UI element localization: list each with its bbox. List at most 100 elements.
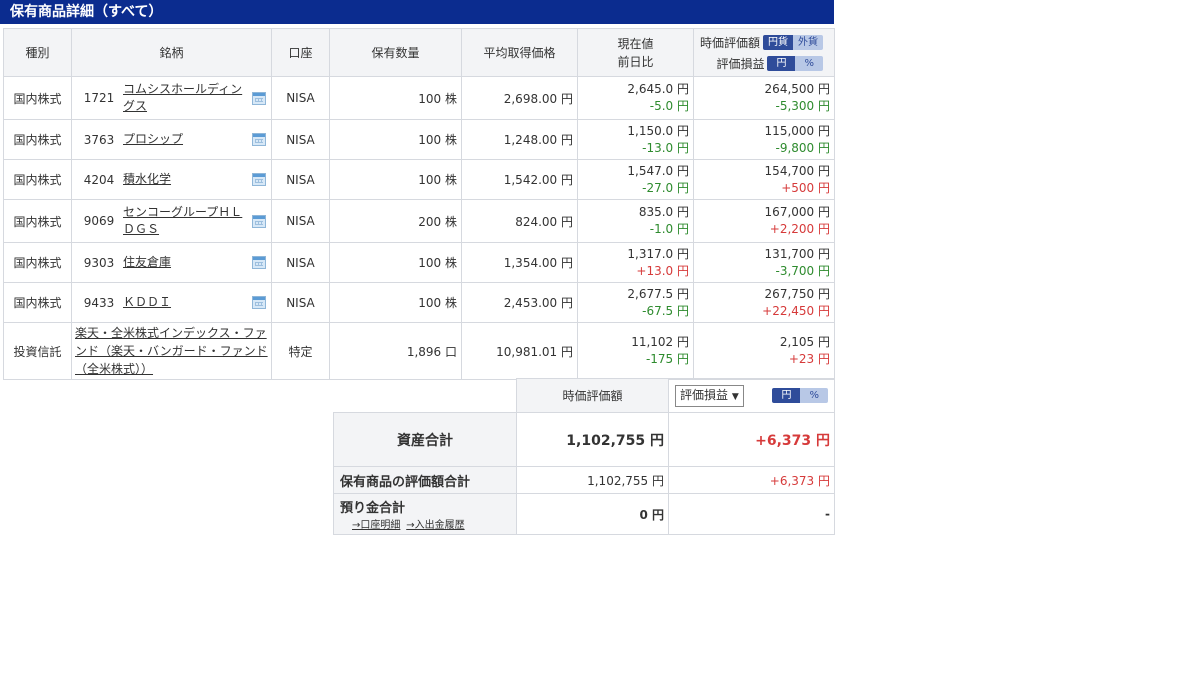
row-value-cell: 115,000 円 -9,800 円 [693,119,835,160]
toggle-jpy-currency[interactable]: 円貨 [763,34,793,50]
row-avg-price: 10,981.01 円 [461,322,578,380]
header-valuation: 時価評価額 円貨 外貨 評価損益 円 % [693,28,835,77]
row-name-cell: 4204 積水化学 [71,159,272,200]
row-type: 国内株式 [3,199,72,243]
stock-code: 3763 [83,132,115,147]
toggle-pl-yen[interactable]: 円 [767,55,796,71]
row-pl: -5,300 円 [775,99,831,113]
stock-name-link[interactable]: 積水化学 [123,171,252,188]
row-name-cell: 9303 住友倉庫 [71,242,272,283]
calendar-icon[interactable] [252,214,266,228]
deposit-total-cell: 預り金合計 →口座明細 →入出金履歴 [333,493,517,535]
stock-code: 4204 [83,172,115,187]
summary-header-row: 時価評価額 評価損益 ▼ 円 % [333,378,835,413]
row-type: 国内株式 [3,242,72,283]
row-type: 国内株式 [3,76,72,120]
table-row: 投資信託 楽天・全米株式インデックス・ファンド（楽天・バンガード・ファンド（全米… [3,322,835,380]
row-change: -27.0 円 [642,180,689,195]
row-account: 特定 [271,322,330,380]
calendar-icon[interactable] [252,91,266,105]
row-price: 1,547.0 円 [627,163,689,178]
stock-name-link[interactable]: コムシスホールディングス [123,81,252,115]
row-account: NISA [271,119,330,160]
row-value: 264,500 円 [764,82,830,96]
summary-pl-controls: 評価損益 ▼ 円 % [668,378,835,413]
pl-dropdown[interactable]: 評価損益 ▼ [675,384,744,407]
row-avg-price: 2,698.00 円 [461,76,578,120]
calendar-icon[interactable] [252,256,266,269]
calendar-icon[interactable] [252,133,266,146]
toggle-pl-percent[interactable]: % [795,55,823,71]
row-value-cell: 167,000 円 +2,200 円 [693,199,835,243]
header-current-line2: 前日比 [617,54,654,69]
account-detail-link[interactable]: →口座明細 [352,520,400,531]
summary-valuation-header: 時価評価額 [516,378,669,413]
table-row: 国内株式 1721 コムシスホールディングス NISA 100 株 2,698.… [3,76,835,120]
stock-name-link[interactable]: プロシップ [123,131,252,148]
stock-name-link[interactable]: センコーグループＨＬＤＧＳ [123,204,252,238]
row-price: 1,150.0 円 [627,123,689,138]
row-avg-price: 824.00 円 [461,199,578,243]
row-quantity: 100 株 [329,119,462,160]
total-assets-value: 1,102,755 円 [516,412,669,467]
row-name-cell: 3763 プロシップ [71,119,272,160]
row-quantity: 100 株 [329,159,462,200]
row-value: 154,700 円 [764,163,830,178]
row-price: 1,317.0 円 [627,246,689,261]
row-price-cell: 2,677.5 円 -67.5 円 [577,282,694,323]
row-value-cell: 131,700 円 -3,700 円 [693,242,835,283]
toggle-foreign-currency[interactable]: 外貨 [793,34,823,50]
row-quantity: 100 株 [329,76,462,120]
row-name-cell: 9433 ＫＤＤＩ [71,282,272,323]
row-type: 投資信託 [3,322,72,380]
pl-unit-toggle: 円 % [767,55,823,71]
holdings-table: 種別 銘柄 口座 保有数量 平均取得価格 現在値 前日比 時価評価額 円貨 外貨 [3,28,835,380]
row-change: -175 円 [645,352,689,366]
page-title: 保有商品詳細（すべて） [0,0,834,24]
stock-name-link[interactable]: ＫＤＤＩ [123,294,252,311]
summary-table: 時価評価額 評価損益 ▼ 円 % 資産合計 1,102,755 円 +6,373… [333,378,835,535]
fund-name-link[interactable]: 楽天・全米株式インデックス・ファンド（楽天・バンガード・ファンド（全米株式）） [75,324,268,378]
row-value: 131,700 円 [764,246,830,261]
row-price-cell: 1,547.0 円 -27.0 円 [577,159,694,200]
deposit-total-value: 0 円 [516,493,669,535]
dropdown-arrow-icon: ▼ [731,391,739,402]
table-row: 国内株式 9303 住友倉庫 NISA 100 株 1,354.00 円 1,3… [3,242,835,283]
row-name-cell: 1721 コムシスホールディングス [71,76,272,120]
toggle-summary-yen[interactable]: 円 [772,388,801,403]
table-header-row: 種別 銘柄 口座 保有数量 平均取得価格 現在値 前日比 時価評価額 円貨 外貨 [3,28,835,77]
table-row: 国内株式 4204 積水化学 NISA 100 株 1,542.00 円 1,5… [3,159,835,200]
header-pl-label: 評価損益 [716,56,765,71]
stock-code: 9303 [83,255,115,270]
calendar-icon[interactable] [252,173,266,186]
total-assets-label: 資産合計 [333,412,517,467]
holdings-total-value: 1,102,755 円 [516,466,669,494]
holdings-total-label: 保有商品の評価額合計 [333,466,517,494]
row-price: 835.0 円 [638,205,689,219]
row-account: NISA [271,199,330,243]
row-price: 11,102 円 [631,335,689,349]
row-value: 167,000 円 [764,205,830,219]
row-change: -13.0 円 [642,140,689,155]
holdings-total-row: 保有商品の評価額合計 1,102,755 円 +6,373 円 [333,466,835,494]
row-type: 国内株式 [3,119,72,160]
row-account: NISA [271,242,330,283]
row-value: 267,750 円 [764,286,830,301]
header-valuation-label: 時価評価額 [699,35,760,50]
row-value-cell: 267,750 円 +22,450 円 [693,282,835,323]
deposit-history-link[interactable]: →入出金履歴 [406,520,464,531]
table-row: 国内株式 3763 プロシップ NISA 100 株 1,248.00 円 1,… [3,119,835,160]
header-current-price: 現在値 前日比 [577,28,694,77]
row-price-cell: 835.0 円 -1.0 円 [577,199,694,243]
row-avg-price: 2,453.00 円 [461,282,578,323]
header-name: 銘柄 [71,28,272,77]
stock-name-link[interactable]: 住友倉庫 [123,254,252,271]
deposit-total-label: 預り金合計 [340,501,406,516]
deposit-total-pl: - [668,493,835,535]
calendar-icon[interactable] [252,296,266,309]
toggle-summary-percent[interactable]: % [800,388,828,403]
row-value-cell: 264,500 円 -5,300 円 [693,76,835,120]
header-avg-price: 平均取得価格 [461,28,578,77]
row-pl: +500 円 [781,180,830,195]
row-value-cell: 2,105 円 +23 円 [693,322,835,380]
